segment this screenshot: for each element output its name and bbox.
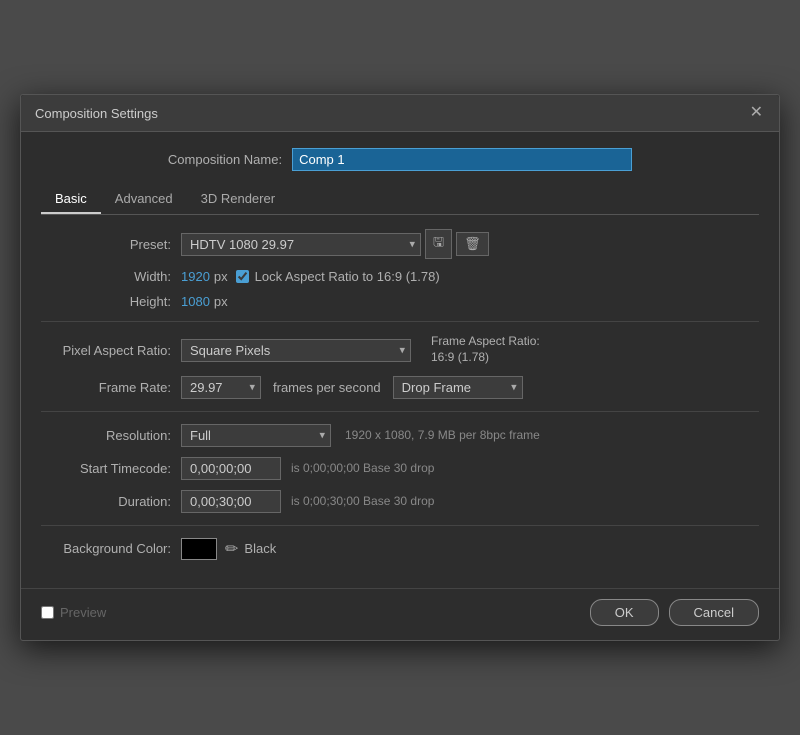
frame-rate-row: Frame Rate: 23.976 24 25 29.97 30 60 fra… [41,376,759,399]
bg-color-label: Background Color: [41,541,171,556]
preview-checkbox[interactable] [41,606,54,619]
dialog-title: Composition Settings [35,106,158,121]
height-value[interactable]: 1080 [181,294,210,309]
comp-name-row: Composition Name: [41,148,759,171]
height-unit: px [214,294,228,309]
preview-label: Preview [60,605,106,620]
preview-row: Preview [41,605,106,620]
preset-label: Preset: [41,237,171,252]
width-value[interactable]: 1920 [181,269,210,284]
preset-row: Preset: HDTV 1080 29.97 HDTV 720 29.97 C… [41,229,759,259]
cancel-button[interactable]: Cancel [669,599,759,626]
duration-row: Duration: is 0;00;30;00 Base 30 drop [41,490,759,513]
tabs: Basic Advanced 3D Renderer [41,185,759,215]
drop-frame-wrapper: Drop Frame Non-Drop Frame [393,376,523,399]
par-select[interactable]: Square Pixels D1/DV NTSC D1/DV PAL [181,339,411,362]
preset-save-button[interactable]: 🖫 [425,229,452,259]
comp-name-label: Composition Name: [168,152,282,167]
resolution-select[interactable]: Full Half Third Quarter Custom [181,424,331,447]
bg-color-name: Black [244,541,276,556]
par-select-wrapper: Square Pixels D1/DV NTSC D1/DV PAL [181,339,411,362]
frame-rate-label: Frame Rate: [41,380,171,395]
tab-3d-renderer[interactable]: 3D Renderer [187,185,289,214]
height-label: Height: [41,294,171,309]
lock-aspect-checkbox[interactable] [236,270,249,283]
height-row: Height: 1080 px [41,294,759,309]
width-unit: px [214,269,228,284]
preset-select[interactable]: HDTV 1080 29.97 HDTV 720 29.97 Custom [181,233,421,256]
drop-frame-select[interactable]: Drop Frame Non-Drop Frame [393,376,523,399]
preset-select-wrapper: HDTV 1080 29.97 HDTV 720 29.97 Custom [181,233,421,256]
duration-hint: is 0;00;30;00 Base 30 drop [291,494,434,508]
tab-advanced[interactable]: Advanced [101,185,187,214]
tab-basic[interactable]: Basic [41,185,101,214]
start-timecode-row: Start Timecode: is 0;00;00;00 Base 30 dr… [41,457,759,480]
fr-select-wrapper: 23.976 24 25 29.97 30 60 [181,376,261,399]
width-label: Width: [41,269,171,284]
comp-name-input[interactable] [292,148,632,171]
ok-button[interactable]: OK [590,599,659,626]
composition-settings-dialog: Composition Settings ✕ Composition Name:… [20,94,780,640]
lock-aspect-row: Lock Aspect Ratio to 16:9 (1.78) [236,269,440,284]
start-timecode-label: Start Timecode: [41,461,171,476]
titlebar: Composition Settings ✕ [21,95,779,132]
far-label: Frame Aspect Ratio: 16:9 (1.78) [431,334,540,365]
duration-label: Duration: [41,494,171,509]
basic-tab-content: Preset: HDTV 1080 29.97 HDTV 720 29.97 C… [41,229,759,559]
footer-buttons: OK Cancel [590,599,759,626]
resolution-info: 1920 x 1080, 7.9 MB per 8bpc frame [345,428,540,442]
duration-input[interactable] [181,490,281,513]
resolution-row: Resolution: Full Half Third Quarter Cust… [41,424,759,447]
preset-delete-button[interactable]: 🗑 [456,232,489,256]
width-row: Width: 1920 px Lock Aspect Ratio to 16:9… [41,269,759,284]
par-label: Pixel Aspect Ratio: [41,343,171,358]
resolution-label: Resolution: [41,428,171,443]
dialog-body: Composition Name: Basic Advanced 3D Rend… [21,132,779,583]
resolution-select-wrapper: Full Half Third Quarter Custom [181,424,331,447]
par-row: Pixel Aspect Ratio: Square Pixels D1/DV … [41,334,759,365]
fps-label: frames per second [273,380,381,395]
dialog-footer: Preview OK Cancel [21,588,779,640]
close-button[interactable]: ✕ [748,105,765,121]
background-color-row: Background Color: ✏ Black [41,538,759,560]
bg-color-swatch[interactable] [181,538,217,560]
start-timecode-input[interactable] [181,457,281,480]
lock-aspect-label: Lock Aspect Ratio to 16:9 (1.78) [255,269,440,284]
eyedropper-button[interactable]: ✏ [225,539,238,559]
start-timecode-hint: is 0;00;00;00 Base 30 drop [291,461,434,475]
frame-rate-select[interactable]: 23.976 24 25 29.97 30 60 [181,376,261,399]
